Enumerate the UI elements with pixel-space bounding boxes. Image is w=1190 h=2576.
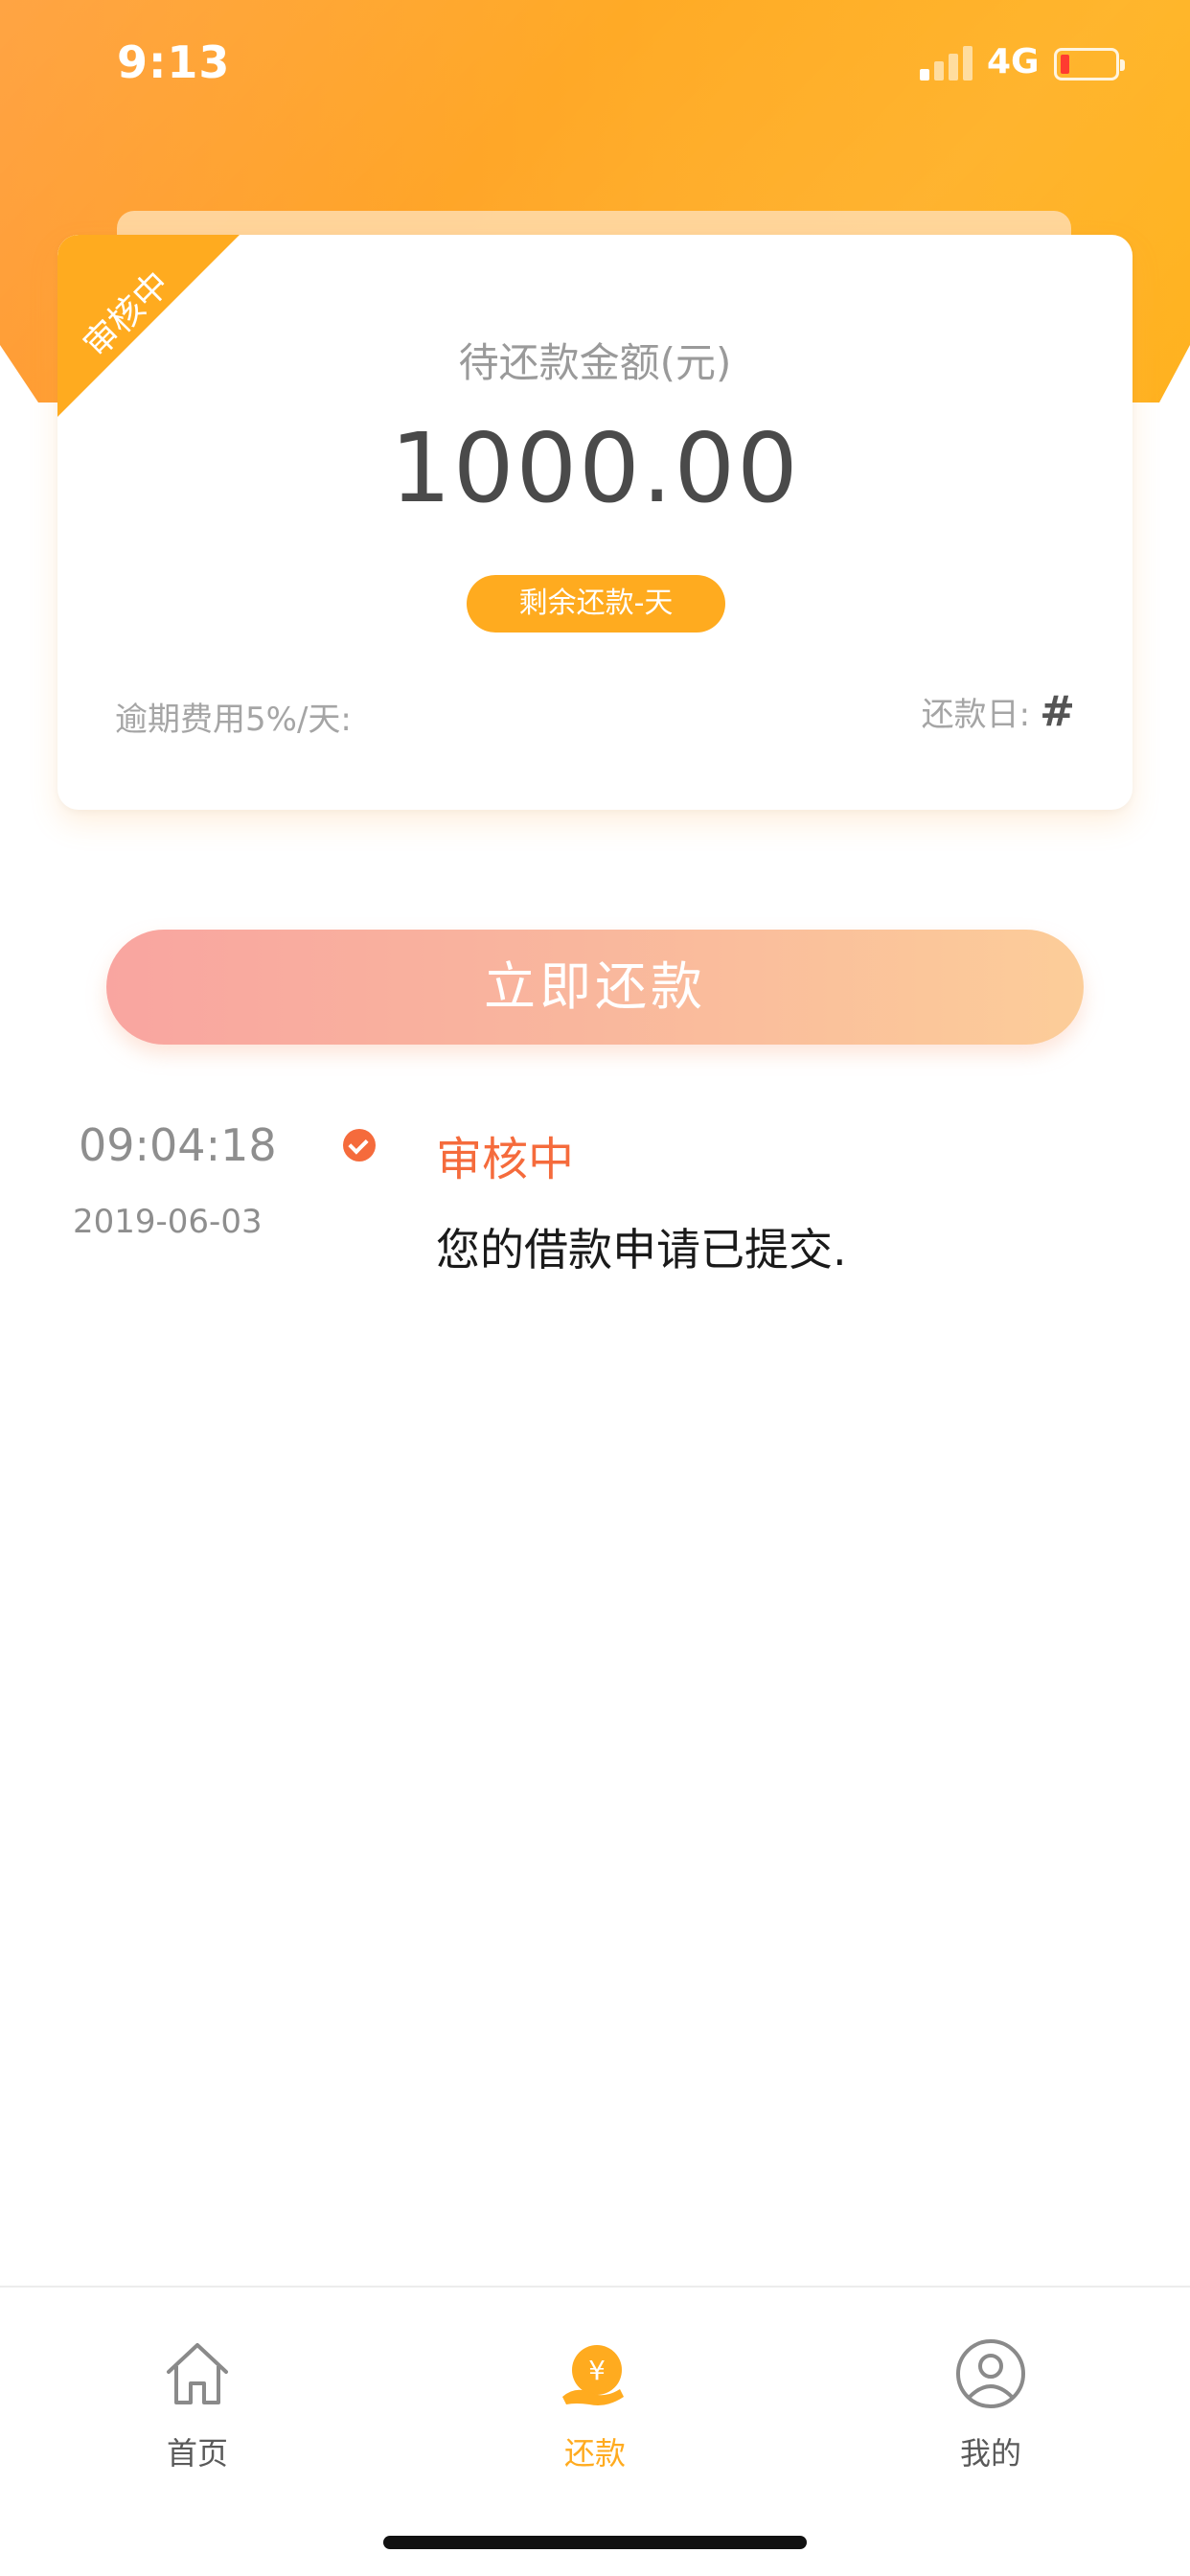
repay-yen-icon: ¥ [562, 2345, 624, 2405]
timeline-time: 09:04:18 [79, 1119, 277, 1171]
battery-icon [1054, 48, 1125, 80]
amount-label: 待还款金额(元) [458, 339, 732, 386]
profile-icon [956, 2339, 1025, 2408]
days-remaining-badge: 剩余还款-天 [467, 575, 725, 632]
due-date: 还款日: # [922, 687, 1075, 736]
svg-text:¥: ¥ [588, 2355, 606, 2386]
tab-home[interactable]: 首页 [102, 2335, 293, 2473]
status-time: 9:13 [117, 36, 231, 88]
due-date-value: # [1040, 687, 1075, 736]
home-indicator [383, 2536, 807, 2549]
tab-repay-label: 还款 [563, 2435, 626, 2472]
repay-now-button[interactable]: 立即还款 [106, 930, 1084, 1045]
timeline-description: 您的借款申请已提交. [436, 1224, 847, 1276]
loan-card: 审核中 待还款金额(元) 1000.00 剩余还款-天 逾期费用5%/天: 还款… [57, 235, 1133, 810]
signal-icon [920, 46, 973, 80]
overdue-fee-label: 逾期费用5%/天: [115, 701, 352, 739]
status-bar: 9:13 4G [0, 0, 1190, 125]
timeline-date: 2019-06-03 [73, 1203, 263, 1241]
tab-bar: 首页 ¥ 还款 我的 [0, 2286, 1190, 2516]
check-circle-icon [343, 1129, 376, 1162]
amount-value: 1000.00 [390, 412, 800, 524]
timeline-status: 审核中 [436, 1133, 575, 1186]
tab-profile-label: 我的 [959, 2435, 1021, 2472]
home-icon [167, 2343, 228, 2404]
status-ribbon: 审核中 [57, 235, 240, 417]
due-date-label: 还款日: [921, 696, 1031, 734]
network-type: 4G [987, 42, 1040, 81]
tab-profile[interactable]: 我的 [895, 2335, 1087, 2473]
tab-home-label: 首页 [166, 2435, 228, 2472]
tab-repay[interactable]: ¥ 还款 [499, 2335, 691, 2473]
